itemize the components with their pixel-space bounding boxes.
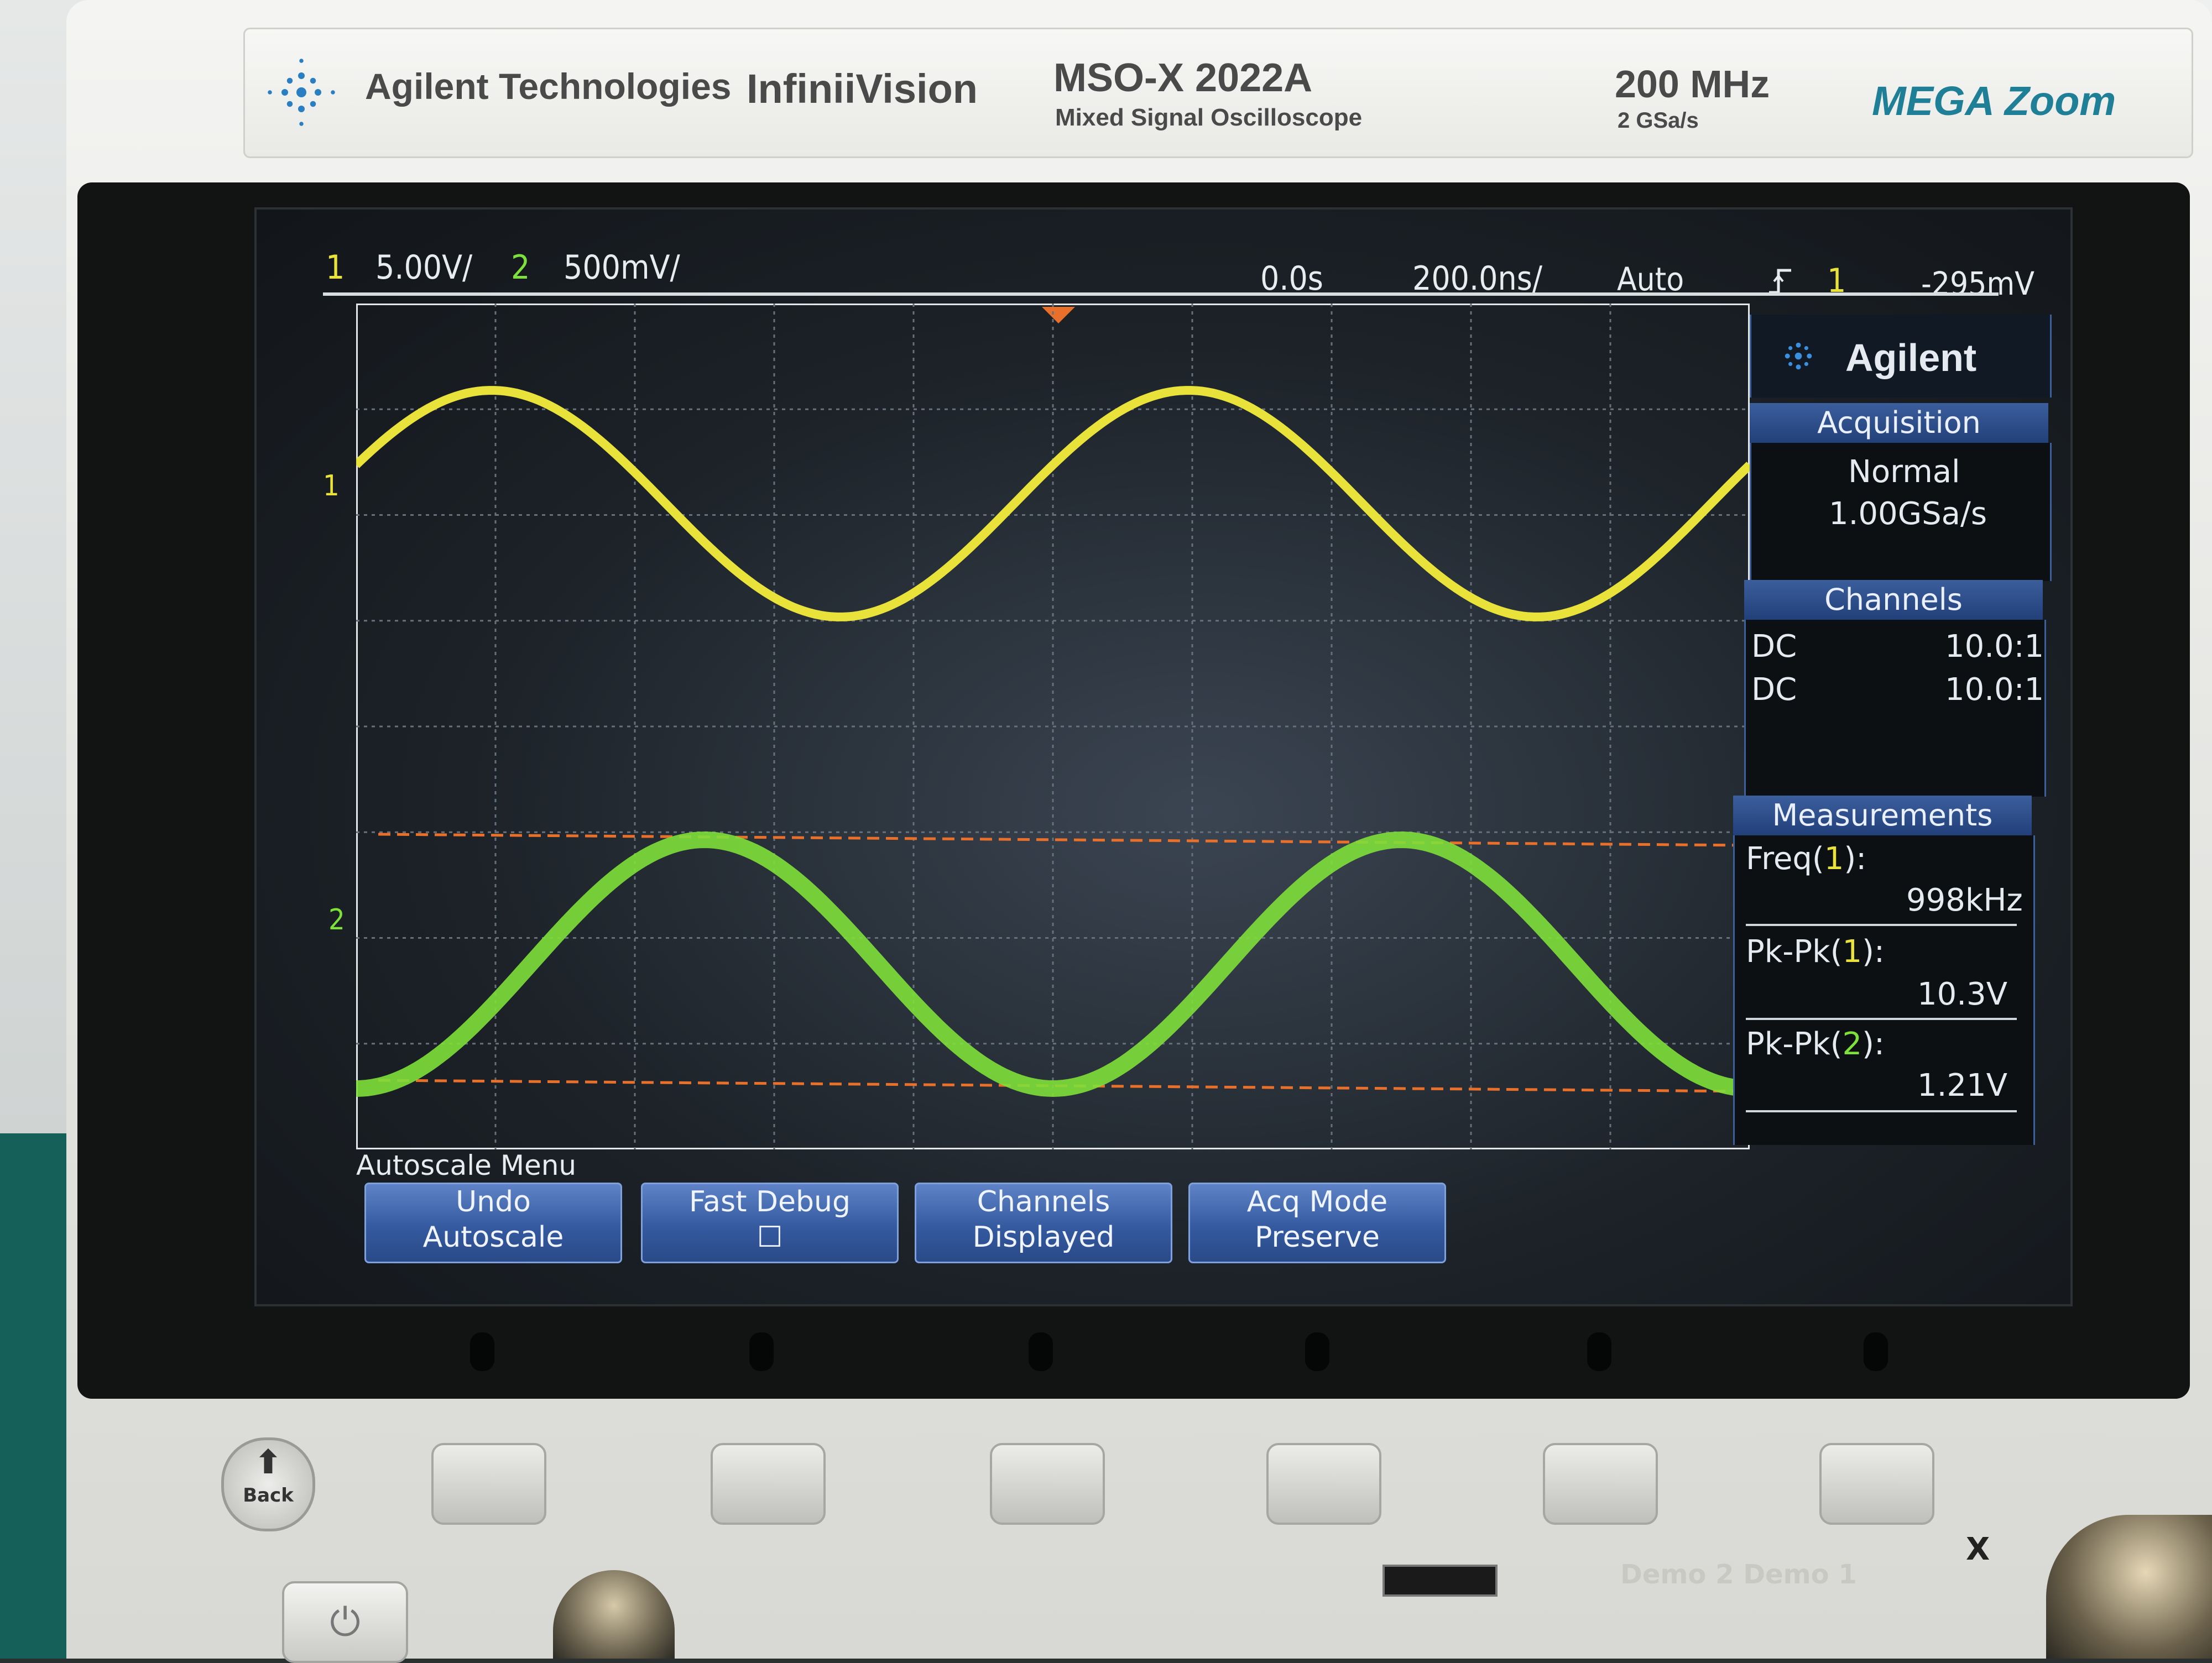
agilent-spark-logo-icon (268, 59, 335, 126)
demo-labels: Demo 2 Demo 1 (1620, 1559, 1857, 1590)
measurements-box: Freq(1): 998kHz Pk-Pk(1): 10.3V Pk-Pk(2)… (1733, 835, 2035, 1145)
ch1-ground-marker[interactable]: 1 (323, 469, 340, 503)
back-label: Back (243, 1484, 294, 1507)
measurement-label: Pk-Pk(2): (1746, 1026, 1885, 1062)
softkey-button-2[interactable] (711, 1443, 826, 1525)
measurement-label: Pk-Pk(1): (1746, 934, 1885, 970)
ch1-coupling: DC (1751, 629, 1797, 665)
panel-logo-text: Agilent (1845, 336, 1977, 379)
softkey-indicator (749, 1332, 774, 1371)
ch2-probe: 10.0:1 (1945, 672, 2044, 708)
power-icon: ⏻ (330, 1599, 361, 1645)
logo-box: Agilent (1750, 315, 2052, 398)
softkey-indicator (1587, 1332, 1611, 1371)
status-separator-line (323, 292, 1999, 296)
usb-port (1383, 1565, 1498, 1597)
megazoom-logo: MEGA Zoom (1872, 78, 2116, 124)
brand-model-description: Mixed Signal Oscilloscope (1055, 104, 1363, 131)
softkey-button-4[interactable] (1266, 1443, 1381, 1525)
fast-debug-softkey[interactable]: Fast Debug ☐ (641, 1183, 899, 1263)
x-label: X (1966, 1531, 1990, 1567)
channels-displayed-softkey[interactable]: Channels Displayed (915, 1183, 1172, 1263)
brand-model: MSO-X 2022A (1053, 56, 1313, 100)
softkey-button-6[interactable] (1819, 1443, 1934, 1525)
acquisition-header[interactable]: Acquisition (1750, 403, 2048, 443)
measurement-label: Freq(1): (1746, 841, 1867, 877)
brand-sample-rate: 2 GSa/s (1618, 108, 1699, 133)
cursor-upper-line (378, 833, 1750, 847)
softkey-indicator (1305, 1332, 1329, 1371)
back-arrow-icon: ⬆ (254, 1443, 283, 1482)
ch1-scale: 5.00V/ (375, 248, 473, 287)
softkey-button-5[interactable] (1543, 1443, 1658, 1525)
ch2-ground-marker[interactable]: 2 (328, 903, 345, 937)
power-button[interactable]: ⏻ (282, 1581, 408, 1663)
measurement-value: 10.3V (1917, 976, 2007, 1012)
acq-mode-preserve-softkey[interactable]: Acq Mode Preserve (1188, 1183, 1446, 1263)
trigger-level: -295mV (1921, 265, 2034, 302)
channels-box: DC 10.0:1 DC 10.0:1 (1744, 620, 2046, 797)
ch1-label: 1 (326, 248, 345, 287)
channels-header[interactable]: Channels (1744, 580, 2043, 620)
ch2-scale: 500mV/ (564, 248, 680, 287)
undo-autoscale-softkey[interactable]: Undo Autoscale (364, 1183, 622, 1263)
brand-company: Agilent Technologies (365, 66, 732, 107)
oscilloscope-display: 1 5.00V/ 2 500mV/ 0.0s 200.0ns/ Auto 1 -… (254, 207, 2073, 1306)
softkey-button-1[interactable] (431, 1443, 546, 1525)
menu-title: Autoscale Menu (356, 1149, 577, 1181)
acquisition-box: Normal 1.00GSa/s (1750, 443, 2052, 581)
measurement-value: 998kHz (1906, 882, 2023, 918)
acquisition-mode: Normal (1848, 454, 1960, 490)
back-button[interactable]: ⬆ Back (221, 1437, 315, 1531)
ch1-probe: 10.0:1 (1945, 629, 2044, 665)
softkey-indicator (1029, 1332, 1053, 1371)
softkey-indicator (1864, 1332, 1888, 1371)
brand-bandwidth: 200 MHz (1615, 62, 1770, 106)
acquisition-rate: 1.00GSa/s (1829, 496, 1987, 532)
ch2-coupling: DC (1751, 672, 1797, 708)
measurements-header[interactable]: Measurements (1733, 796, 2032, 835)
info-side-panel: Agilent Acquisition Normal 1.00GSa/s Cha… (1733, 315, 2054, 1155)
measurement-value: 1.21V (1917, 1068, 2007, 1104)
softkey-button-3[interactable] (990, 1443, 1105, 1525)
brand-series: InfiniiVision (747, 66, 978, 112)
softkey-indicator (470, 1332, 494, 1371)
waveform-graticule (356, 304, 1750, 1149)
agilent-spark-icon (1785, 342, 1812, 370)
ch2-label: 2 (511, 248, 530, 287)
